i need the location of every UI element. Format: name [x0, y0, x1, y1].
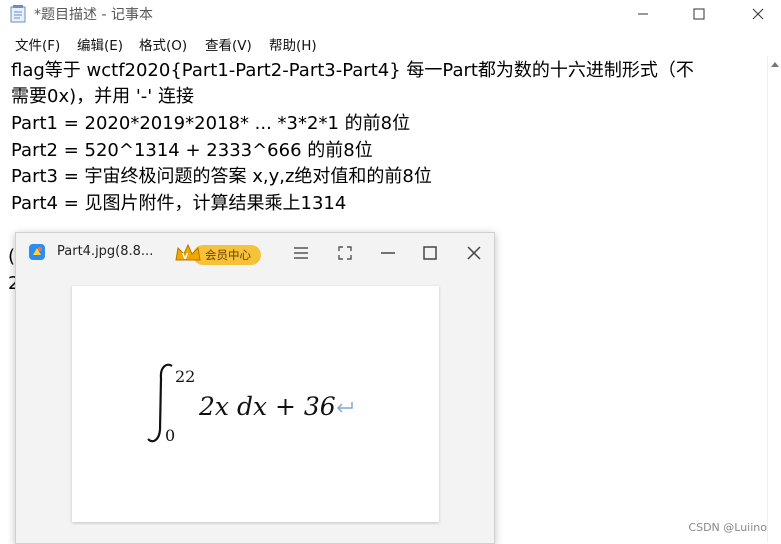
close-button[interactable] — [735, 0, 781, 28]
text-line-2: 需要0x)，并用 '-' 连接 — [11, 86, 194, 107]
text-line-5: Part3 = 宇宙终极问题的答案 x,y,z绝对值和的前8位 — [11, 166, 432, 187]
image-viewer-window: Part4.jpg(8.8... V 会员中心 22 0 2x dx + 36 — [15, 232, 495, 544]
menu-help[interactable]: 帮助(H) — [269, 34, 317, 54]
viewer-minimize-button[interactable] — [375, 241, 401, 265]
viewer-title: Part4.jpg(8.8... — [57, 244, 154, 259]
menu-file[interactable]: 文件(F) — [15, 34, 60, 54]
image-canvas: 22 0 2x dx + 36 — [72, 286, 439, 522]
text-line-3: Part1 = 2020*2019*2018* ... *3*2*1 的前8位 — [11, 113, 411, 134]
menubar: 文件(F) 编辑(E) 格式(O) 查看(V) 帮助(H) — [0, 30, 781, 54]
text-line-1: flag等于 wctf2020{Part1-Part2-Part3-Part4}… — [11, 60, 694, 81]
notepad-icon — [10, 5, 26, 23]
text-line-partial-1: ( — [8, 246, 16, 267]
viewer-maximize-button[interactable] — [417, 241, 443, 265]
minimize-icon — [638, 13, 648, 15]
notepad-titlebar: *题目描述 - 记事本 — [0, 0, 781, 28]
text-line-6: Part4 = 见图片附件，计算结果乘上1314 — [11, 193, 347, 214]
fullscreen-icon — [338, 246, 352, 260]
maximize-button[interactable] — [676, 0, 722, 28]
svg-text:V: V — [182, 252, 189, 261]
close-icon — [752, 8, 764, 20]
menu-edit[interactable]: 编辑(E) — [77, 34, 123, 54]
menu-view[interactable]: 查看(V) — [205, 34, 252, 54]
upper-limit: 22 — [175, 367, 195, 386]
viewer-menu-button[interactable] — [288, 241, 314, 265]
minimize-icon — [381, 252, 395, 254]
maximize-icon — [693, 8, 705, 20]
viewer-close-button[interactable] — [461, 241, 487, 265]
viewer-titlebar: Part4.jpg(8.8... V 会员中心 — [16, 233, 494, 273]
viewer-app-icon — [29, 244, 45, 260]
text-line-4: Part2 = 520^1314 + 2333^666 的前8位 — [11, 140, 373, 161]
watermark: CSDN @Luiino — [688, 521, 767, 534]
integral-formula: 22 0 2x dx + 36 — [147, 363, 353, 445]
viewer-fullscreen-button[interactable] — [332, 241, 358, 265]
vertical-scrollbar[interactable] — [767, 56, 781, 542]
vip-label: 会员中心 — [205, 248, 251, 262]
window-title: *题目描述 - 记事本 — [34, 7, 153, 23]
scroll-up-icon[interactable] — [771, 62, 779, 67]
minimize-button[interactable] — [620, 0, 666, 28]
return-mark-icon — [336, 402, 353, 413]
vip-center-button[interactable]: V 会员中心 — [173, 242, 263, 266]
menu-format[interactable]: 格式(O) — [139, 34, 187, 54]
integrand: 2x dx + 36 — [198, 392, 336, 421]
lower-limit: 0 — [165, 426, 175, 445]
maximize-icon — [423, 246, 437, 260]
close-icon — [467, 246, 481, 260]
hamburger-icon — [294, 247, 308, 259]
vip-crown-icon: V — [175, 243, 201, 261]
